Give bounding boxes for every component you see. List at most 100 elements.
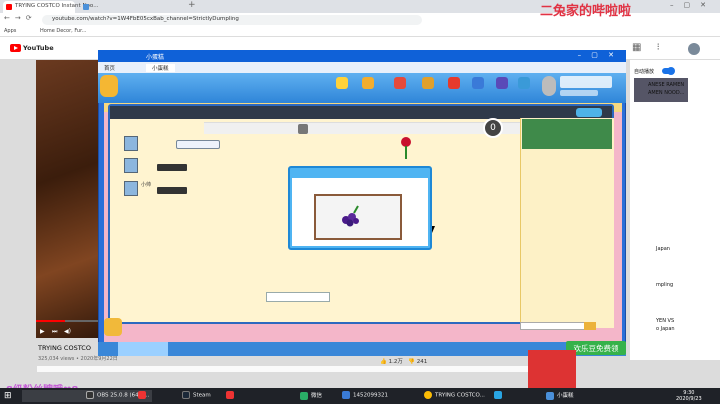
url-input[interactable]: youtube.com/watch?v=1W4FbE05cxBab_channe…	[42, 15, 422, 25]
coin-icon	[542, 76, 556, 96]
taskbar-item[interactable]	[138, 391, 149, 399]
recommendation-title[interactable]: mpling	[656, 282, 673, 288]
game-tab-active[interactable]: 小蛋糕	[146, 64, 175, 72]
taskbar-item-chrome[interactable]: TRYING COSTCO...	[424, 391, 485, 399]
youtube-logo[interactable]: YouTube	[10, 44, 54, 53]
recommendation-title[interactable]: ANESE RAMEN	[648, 82, 684, 88]
menu-item[interactable]	[446, 77, 462, 90]
taskbar-label: 微信	[311, 393, 323, 399]
bookmarks-bar: Apps Home Decor, Fur...	[0, 27, 720, 37]
chrome-icon	[424, 391, 432, 399]
recommendation-title[interactable]: Japan	[656, 246, 670, 252]
taskbar-item[interactable]: 1452099321	[342, 391, 388, 399]
chat-send-button[interactable]	[584, 322, 596, 330]
obs-icon	[86, 391, 94, 399]
answer-bar	[204, 122, 520, 134]
taskbar-item[interactable]	[494, 391, 505, 399]
volume-icon[interactable]: ◀)	[64, 328, 71, 335]
taskbar-label: Steam	[193, 392, 211, 399]
menu-item[interactable]	[470, 77, 486, 90]
autoplay-toggle[interactable]	[662, 67, 675, 75]
streamer-camera	[528, 350, 576, 392]
menu-item[interactable]	[494, 77, 510, 90]
game-window-title: 小蛋糕	[146, 54, 165, 61]
drawing-canvas[interactable]	[314, 194, 402, 240]
wechat-icon	[300, 391, 308, 400]
nav-buttons[interactable]: ←→⟳	[4, 14, 37, 22]
steam-icon	[182, 391, 190, 399]
chat-input[interactable]	[520, 322, 592, 330]
grape-drawing-icon	[342, 205, 359, 227]
gift-icon	[394, 77, 406, 89]
round-timer: 0	[483, 118, 503, 138]
menu-item[interactable]	[360, 77, 376, 90]
avatar	[124, 181, 138, 196]
player-avatar[interactable]	[100, 75, 118, 97]
app-icon	[138, 391, 146, 399]
recommendations-column	[630, 60, 720, 360]
taskbar-label: 小蛋糕	[557, 393, 574, 399]
player-card[interactable]	[124, 158, 202, 174]
new-tab-button[interactable]: +	[188, 0, 196, 10]
game-tab-bar: 首页 小蛋糕	[98, 62, 626, 73]
avatar[interactable]	[688, 43, 700, 55]
game-window-controls[interactable]: – ▢ ✕	[578, 51, 618, 59]
taskbar-label: 1452099321	[353, 392, 388, 399]
app-icon	[546, 391, 554, 400]
window-controls[interactable]: –▢✕	[670, 1, 716, 9]
bookmark-home-decor[interactable]: Home Decor, Fur...	[40, 28, 86, 34]
taskbar-item-wechat[interactable]: 微信	[300, 391, 322, 400]
next-icon[interactable]: ⏭	[52, 328, 57, 336]
taskbar-clock[interactable]: 9:30 2020/9/23	[676, 390, 702, 402]
app-icon	[342, 391, 350, 399]
player-name: 小帅	[141, 182, 152, 188]
video-description	[37, 366, 537, 372]
youtube-play-icon	[10, 44, 21, 52]
app-icon	[226, 391, 234, 399]
browser-tab-game[interactable]	[80, 1, 186, 13]
player-badges	[157, 187, 187, 194]
bottom-action-button[interactable]	[266, 292, 330, 302]
taskbar-item[interactable]: 小蛋糕	[546, 391, 574, 400]
like-count: 1.2万	[388, 359, 403, 365]
treasure-chest-icon[interactable]	[104, 318, 122, 336]
recommendation-title[interactable]: AMEN NOOD...	[648, 90, 684, 96]
clock-date: 2020/9/23	[676, 396, 702, 402]
ranking-icon	[448, 77, 460, 89]
chat-header	[522, 119, 612, 149]
bookmark-apps[interactable]: Apps	[4, 28, 16, 34]
menu-item[interactable]	[392, 77, 408, 90]
player-action-button[interactable]	[176, 140, 220, 149]
start-icon[interactable]: ⊞	[4, 391, 14, 401]
menu-item[interactable]	[420, 77, 436, 90]
taskbar-item[interactable]	[226, 391, 237, 399]
avatar	[124, 158, 138, 173]
streamer-watermark: 二兔家的哔啦啦	[540, 4, 632, 19]
menu-item[interactable]	[516, 77, 532, 90]
flower-icon	[400, 136, 412, 160]
dislike-icon[interactable]: 👎	[408, 359, 415, 365]
recommendation-title[interactable]: o Japan	[656, 326, 675, 332]
shop-icon	[472, 77, 484, 89]
play-icon[interactable]: ▶	[40, 328, 45, 335]
game-titlebar: 小蛋糕 – ▢ ✕	[98, 50, 626, 62]
player-card[interactable]: 小帅	[124, 181, 202, 197]
video-title: TRYING COSTCO	[38, 344, 91, 352]
dislike-count: 241	[416, 359, 428, 365]
game-tab[interactable]: 首页	[104, 64, 115, 72]
recommendation-card[interactable]	[580, 352, 656, 380]
menu-item[interactable]	[334, 77, 350, 90]
bag-icon	[496, 77, 508, 89]
taskbar-item-steam[interactable]: Steam	[182, 391, 211, 399]
avatar	[124, 136, 138, 151]
player-badges	[157, 164, 187, 171]
youtube-header-icons[interactable]: ▦ ⁝	[632, 42, 666, 53]
chat-log	[516, 152, 612, 322]
room-action-button[interactable]	[576, 108, 602, 117]
browser-tab-youtube[interactable]: TRYING COSTCO Instant Noo...	[3, 1, 98, 13]
like-icon[interactable]: 👍	[380, 359, 387, 365]
recommendation-title[interactable]: YEN VS	[656, 318, 674, 324]
youtube-logo-text: YouTube	[23, 44, 54, 52]
autoplay-label: 自动播放	[634, 69, 655, 75]
minimized-thumbnail[interactable]	[118, 342, 168, 356]
